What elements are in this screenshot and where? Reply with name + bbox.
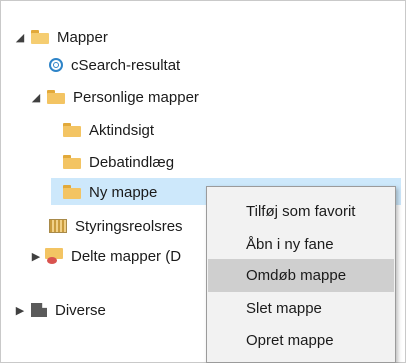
menu-item-label: Opret mappe <box>246 332 334 349</box>
tree-item-delte-mapper[interactable]: ▶ Delte mapper (D <box>31 242 181 270</box>
tree-item-diverse[interactable]: ▶ Diverse <box>15 296 106 324</box>
tree-item-styringsreol[interactable]: Styringsreolsres <box>49 212 183 240</box>
tree-item-mapper[interactable]: ◢ Mapper <box>15 23 108 51</box>
misc-icon <box>31 303 47 317</box>
tree-item-label: Ny mappe <box>89 183 158 201</box>
menu-item-add-favorite[interactable]: Tilføj som favorit <box>208 195 394 228</box>
expand-arrow-icon[interactable]: ▶ <box>15 296 25 324</box>
folder-icon <box>63 155 81 169</box>
folder-icon <box>63 123 81 137</box>
menu-item-rename-folder[interactable]: Omdøb mappe <box>208 259 394 292</box>
tree-item-label: Aktindsigt <box>89 121 155 139</box>
folder-icon <box>47 90 65 104</box>
collapse-arrow-icon[interactable]: ◢ <box>15 23 25 51</box>
context-menu: Tilføj som favorit Åbn i ny fane Omdøb m… <box>206 186 396 363</box>
folder-open-icon <box>31 30 49 44</box>
menu-item-delete-folder[interactable]: Slet mappe <box>208 292 394 325</box>
tree-item-ny-mappe[interactable]: Ny mappe <box>63 178 157 206</box>
tree-item-label: Delte mapper (D <box>71 247 182 265</box>
tree-item-debatindlaeg[interactable]: Debatindlæg <box>63 148 174 176</box>
tree-item-label: cSearch-resultat <box>71 56 181 74</box>
tree-item-label: Styringsreolsres <box>75 217 183 235</box>
menu-item-create-folder[interactable]: Opret mappe <box>208 324 394 357</box>
menu-item-label: Slet mappe <box>246 300 322 317</box>
tree-item-csearch-resultat[interactable]: cSearch-resultat <box>49 51 180 79</box>
collapse-arrow-icon[interactable]: ◢ <box>31 83 41 111</box>
tree-item-label: Diverse <box>55 301 106 319</box>
tree-item-label: Mapper <box>57 28 108 46</box>
search-icon <box>49 58 63 72</box>
tree-item-aktindsigt[interactable]: Aktindsigt <box>63 116 154 144</box>
menu-item-label: Omdøb mappe <box>246 267 347 284</box>
tree-item-label: Personlige mapper <box>73 88 199 106</box>
tree-item-personlige-mapper[interactable]: ◢ Personlige mapper <box>31 83 199 111</box>
expand-arrow-icon[interactable]: ▶ <box>31 242 41 270</box>
folder-icon <box>63 185 81 199</box>
menu-item-label: Åbn i ny fane <box>246 236 334 253</box>
folder-tree-panel: ◢ Mapper cSearch-resultat ◢ Personlige m… <box>0 0 406 363</box>
menu-item-open-new-tab[interactable]: Åbn i ny fane <box>208 228 394 261</box>
stack-icon <box>49 219 67 233</box>
menu-item-label: Tilføj som favorit <box>246 203 356 220</box>
shared-folder-icon <box>45 248 63 264</box>
tree-item-label: Debatindlæg <box>89 153 175 171</box>
